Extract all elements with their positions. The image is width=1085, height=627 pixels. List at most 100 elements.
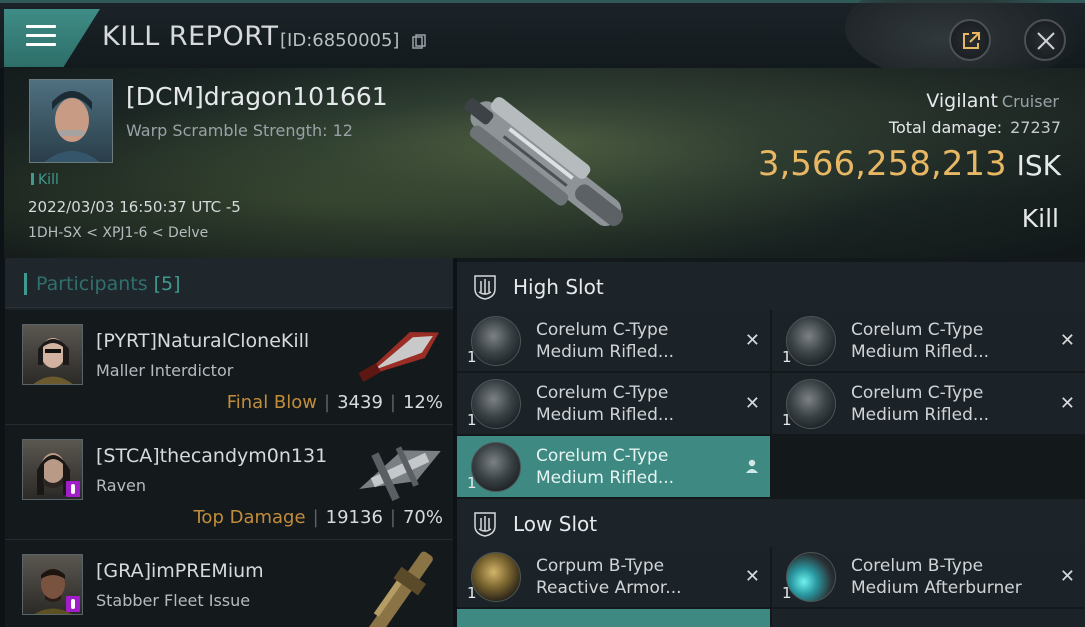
module-name-line2: Medium Rifled... — [851, 342, 990, 362]
module-name-line2: Medium Afterburner — [851, 578, 1022, 598]
module-name-line1: Corelum C-Type — [851, 383, 984, 403]
module-name-line1: Corpum B-Type — [536, 556, 665, 576]
low-slot-header: Low Slot — [457, 499, 1085, 547]
participant-ship-image[interactable] — [350, 435, 450, 505]
participants-title: Participants [5] — [36, 273, 181, 295]
victim-ship-name[interactable]: Vigilant Cruiser — [926, 90, 1059, 112]
module-item[interactable]: 1 Corpum B-Type Reactive Armor... ✕ — [457, 546, 770, 607]
participant-portrait[interactable] — [22, 439, 83, 500]
close-icon — [1037, 32, 1055, 50]
participant-name[interactable]: [STCA]thecandym0n131 — [96, 445, 327, 467]
report-id: [ID:6850005] — [280, 30, 400, 51]
isk-amount: 3,566,258,213 — [757, 144, 1007, 184]
participant-portrait[interactable] — [22, 554, 83, 615]
module-icon — [471, 316, 521, 366]
kill-tag: Kill — [31, 172, 59, 188]
participant-ship-image[interactable] — [350, 550, 450, 627]
module-quantity: 1 — [782, 411, 792, 429]
participant-percent: 70% — [402, 507, 443, 528]
participants-label: Participants — [36, 273, 148, 295]
close-button[interactable] — [1024, 19, 1066, 61]
participant-damage: 3439 — [337, 392, 383, 413]
total-damage-value: 27237 — [1010, 118, 1061, 137]
ship-class: Cruiser — [1001, 92, 1059, 111]
module-item[interactable]: 1 Corelum C-Type Medium Rifled... ✕ — [457, 373, 770, 434]
remove-icon[interactable]: ✕ — [745, 393, 760, 414]
participant-damage: 19136 — [325, 507, 383, 528]
isk-value: 3,566,258,213 ISK — [758, 144, 1061, 184]
module-name-line2: Reactive Armor... — [536, 578, 682, 598]
module-item-partial[interactable] — [772, 609, 1085, 627]
module-name-line2: Medium Rifled... — [536, 468, 675, 488]
stats-separator: | — [312, 507, 319, 528]
header-accent-bar — [24, 273, 27, 295]
faction-badge-icon — [66, 481, 80, 497]
module-name-line2: Medium Rifled... — [536, 342, 675, 362]
module-name: Corelum C-Type Medium Rifled... — [851, 319, 1051, 363]
participant-row[interactable]: [GRA]imPREMium Stabber Fleet Issue — [5, 540, 453, 627]
participant-stats: Top Damage | 19136 | 70% — [194, 507, 444, 528]
module-quantity: 1 — [782, 348, 792, 366]
participants-header[interactable]: Participants [5] — [5, 258, 453, 308]
participant-row[interactable]: [STCA]thecandym0n131 Raven Top Damage | 19… — [5, 425, 453, 540]
victim-name[interactable]: [DCM]dragon101661 — [126, 82, 388, 111]
participant-ship-image[interactable] — [350, 320, 450, 390]
module-name: Corelum B-Type Medium Afterburner — [851, 555, 1051, 599]
kill-location[interactable]: 1DH-SX < XPJ1-6 < Delve — [28, 225, 208, 241]
total-damage-label: Total damage: — [888, 118, 1003, 137]
remove-icon[interactable]: ✕ — [745, 330, 760, 351]
remove-icon[interactable]: ✕ — [1060, 393, 1075, 414]
kill-datetime: 2022/03/03 16:50:37 UTC -5 — [28, 198, 241, 216]
page-title: KILL REPORT — [102, 21, 279, 52]
module-item-partial[interactable] — [457, 609, 770, 627]
module-name: Corelum C-Type Medium Rifled... — [536, 382, 736, 426]
module-name-line1: Corelum B-Type — [851, 556, 984, 576]
copy-icon[interactable] — [412, 34, 426, 50]
module-icon — [471, 442, 521, 492]
module-quantity: 1 — [467, 474, 477, 492]
victim-portrait[interactable] — [29, 79, 113, 163]
person-icon[interactable] — [744, 458, 760, 474]
high-slot-header: High Slot — [457, 262, 1085, 310]
module-name-line2: Medium Rifled... — [851, 405, 990, 425]
module-item[interactable]: 1 Corelum C-Type Medium Rifled... ✕ — [772, 373, 1085, 434]
share-button[interactable] — [949, 19, 991, 61]
stats-separator: | — [389, 507, 396, 528]
remove-icon[interactable]: ✕ — [1060, 330, 1075, 351]
participant-row[interactable]: [PYRT]NaturalCloneKill Maller Interdicto… — [5, 310, 453, 425]
module-name-line1: Corelum C-Type — [536, 383, 669, 403]
stats-separator: | — [389, 392, 396, 413]
participant-ship: Maller Interdictor — [96, 361, 234, 380]
result-label: Kill — [1021, 204, 1059, 233]
module-icon — [786, 552, 836, 602]
total-damage: Total damage: 27237 — [889, 118, 1061, 137]
top-bar: KILL REPORT [ID:6850005] — [0, 0, 1085, 83]
participants-count: [5] — [153, 273, 181, 295]
module-name: Corelum C-Type Medium Rifled... — [536, 319, 736, 363]
fitting-panel: High Slot 1 Corelum C-Type Medium Rifled.… — [457, 258, 1085, 627]
module-icon — [471, 379, 521, 429]
menu-button[interactable] — [4, 9, 100, 67]
module-name-line1: Corelum C-Type — [851, 320, 984, 340]
ship-name-text: Vigilant — [926, 90, 998, 112]
participant-role: Final Blow — [226, 392, 318, 413]
module-item[interactable]: 1 Corelum C-Type Medium Rifled... ✕ — [457, 310, 770, 371]
module-icon — [471, 552, 521, 602]
participant-role: Top Damage — [193, 507, 306, 528]
module-item[interactable]: 1 Corelum C-Type Medium Rifled... ✕ — [772, 310, 1085, 371]
module-quantity: 1 — [782, 584, 792, 602]
low-slot-icon — [474, 512, 496, 537]
remove-icon[interactable]: ✕ — [1060, 566, 1075, 587]
low-slot-label: Low Slot — [513, 512, 598, 536]
stats-separator: | — [324, 392, 331, 413]
participant-name[interactable]: [PYRT]NaturalCloneKill — [96, 330, 309, 352]
module-name: Corelum C-Type Medium Rifled... — [536, 445, 736, 489]
module-item-selected[interactable]: 1 Corelum C-Type Medium Rifled... — [457, 436, 770, 497]
victim-ship-image[interactable] — [434, 86, 654, 251]
participant-portrait[interactable] — [22, 324, 83, 385]
participant-name[interactable]: [GRA]imPREMium — [96, 560, 264, 582]
module-name-line2: Medium Rifled... — [536, 405, 675, 425]
remove-icon[interactable]: ✕ — [745, 566, 760, 587]
high-slot-icon — [474, 275, 496, 300]
module-item[interactable]: 1 Corelum B-Type Medium Afterburner ✕ — [772, 546, 1085, 607]
